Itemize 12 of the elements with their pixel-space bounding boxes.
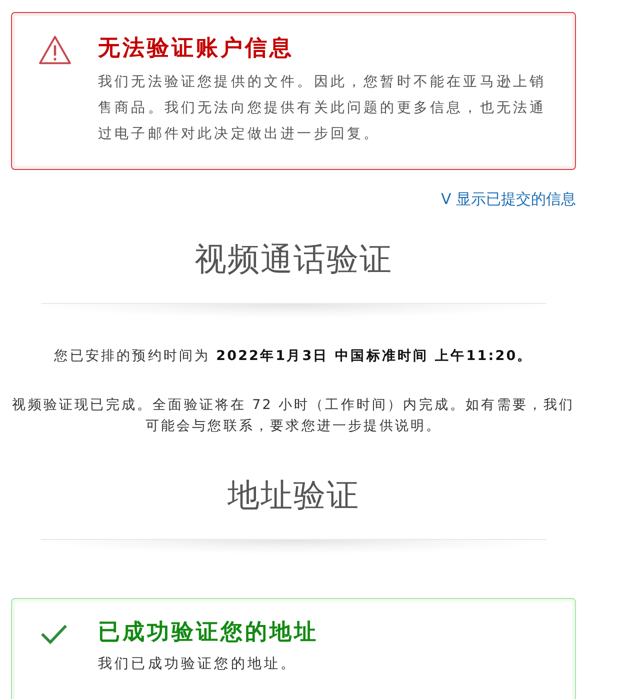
show-info-link[interactable]: V 显示已提交的信息: [440, 190, 576, 209]
paragraph: 您已安排的预约时间为 2022年1月3日 中国标准时间 上午11:20。: [53, 347, 534, 366]
paragraph: 视频验证现已完成。全面验证将在 72 小时（工作时间）内完成。如有需要，我们可能会与您联系，要求您进一步提供说明。: [11, 396, 576, 436]
caret-icon: V: [440, 190, 452, 208]
section-heading: 视频通话验证: [194, 239, 394, 279]
alert-title: 无法验证账户信息: [98, 35, 295, 63]
alert-message: 我们无法验证您提供的文件。因此，您暂时不能在亚马逊上销售商品。我们无法向您提供有关此问题的更多信息，也无法通过电子邮件对此决定做出进一步回复。: [98, 73, 548, 144]
warning-icon: [38, 35, 72, 65]
section-heading: 地址验证: [226, 475, 360, 515]
alert-title: 已成功验证您的地址: [98, 619, 320, 647]
checkmark-icon: [40, 623, 68, 645]
alert-message: 我们已成功验证您的地址。: [98, 655, 298, 674]
